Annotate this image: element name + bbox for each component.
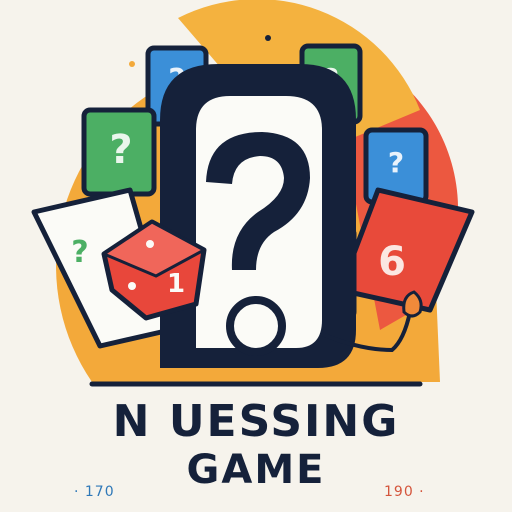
blue-card-right-glyph: ? [388,146,404,179]
sparkle-dot [265,35,271,41]
green-card-left: ? [81,107,157,197]
title-line-1: N UESSING [112,396,400,447]
question-mark-dot-icon [226,296,286,356]
right-number: 190 · [384,484,425,500]
dice-face-glyph: 1 [167,269,185,299]
fuse-flame-icon [402,290,423,318]
sparkle-dot [129,61,135,67]
left-number: · 170 [74,484,115,500]
green-card-left-glyph: ? [109,127,132,173]
white-card-glyph: ? [71,235,88,270]
red-card-glyph: 6 [378,239,406,285]
